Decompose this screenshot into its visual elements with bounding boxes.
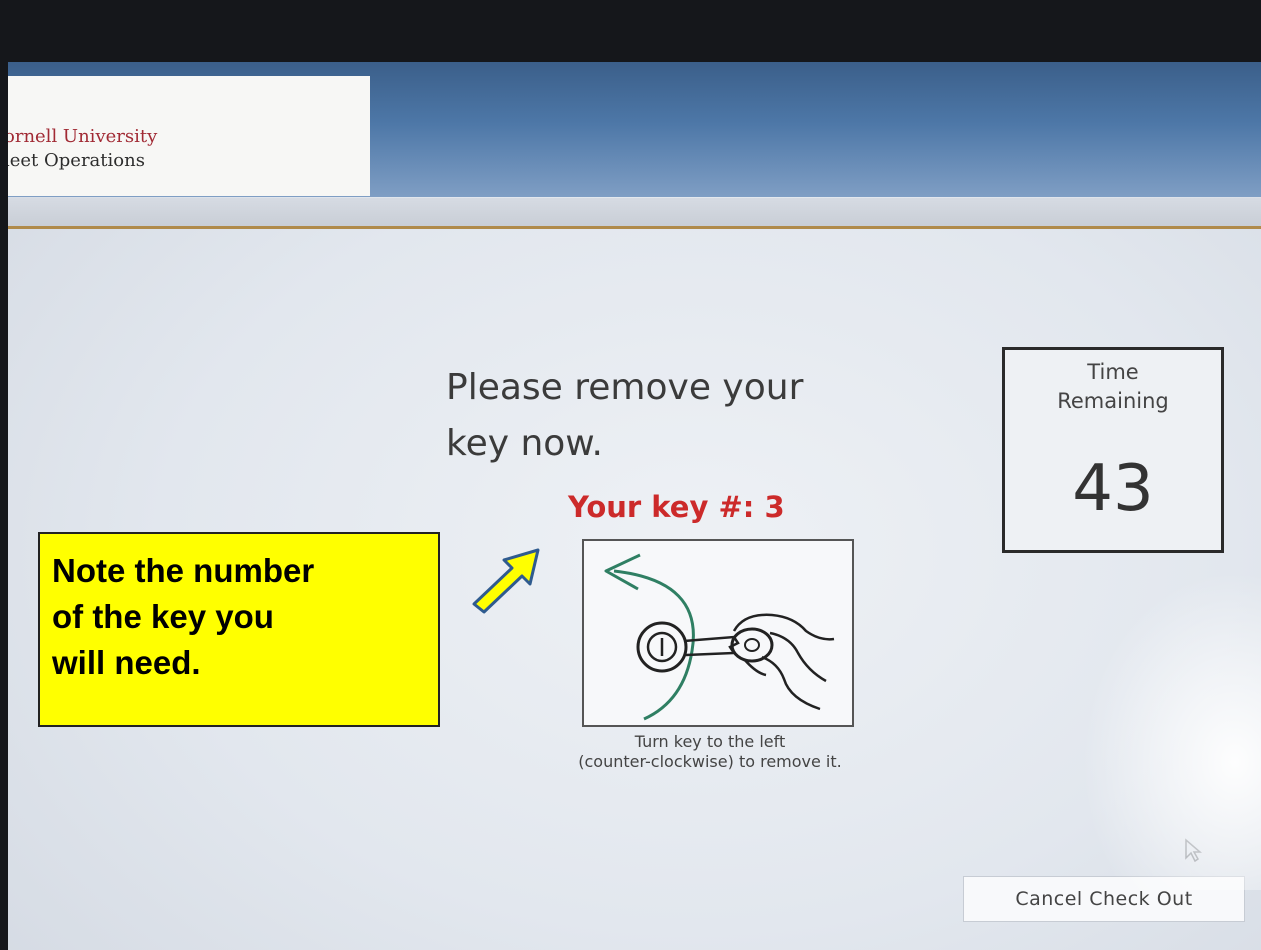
timer-label-line-2: Remaining xyxy=(1057,389,1169,413)
callout-line-3: will need. xyxy=(52,644,201,681)
instruction-line-1: Please remove your xyxy=(446,367,804,408)
logo-department-name: leet Operations xyxy=(8,150,145,171)
caption-line-2: (counter-clockwise) to remove it. xyxy=(578,752,842,771)
timer-label-line-1: Time xyxy=(1087,360,1139,384)
illustration-caption: Turn key to the left (counter-clockwise)… xyxy=(490,732,930,772)
logo: ornell University leet Operations xyxy=(8,76,370,196)
screen-glare xyxy=(1081,570,1261,890)
time-remaining-box: Time Remaining 43 xyxy=(1002,347,1224,553)
key-turn-left-illustration xyxy=(604,553,835,721)
cancel-check-out-button[interactable]: Cancel Check Out xyxy=(963,876,1245,922)
annotation-callout: Note the number of the key you will need… xyxy=(38,532,440,727)
logo-university-name: ornell University xyxy=(8,126,158,147)
kiosk-screen: ornell University leet Operations Please… xyxy=(8,62,1261,950)
header-banner: ornell University leet Operations xyxy=(8,62,1261,197)
time-remaining-value: 43 xyxy=(1072,452,1154,526)
instruction-line-2: key now. xyxy=(446,423,603,464)
pointer-arrow-icon xyxy=(460,538,550,622)
instruction-text: Please remove your key now. xyxy=(446,360,916,472)
mouse-cursor-icon xyxy=(1184,838,1203,868)
time-remaining-label: Time Remaining xyxy=(1005,358,1221,416)
key-number-label: Your key #: 3 xyxy=(568,490,785,524)
callout-line-1: Note the number xyxy=(52,552,315,589)
callout-line-2: of the key you xyxy=(52,598,274,635)
caption-line-1: Turn key to the left xyxy=(634,732,786,751)
key-turn-illustration xyxy=(582,539,854,727)
header-divider xyxy=(8,198,1261,229)
